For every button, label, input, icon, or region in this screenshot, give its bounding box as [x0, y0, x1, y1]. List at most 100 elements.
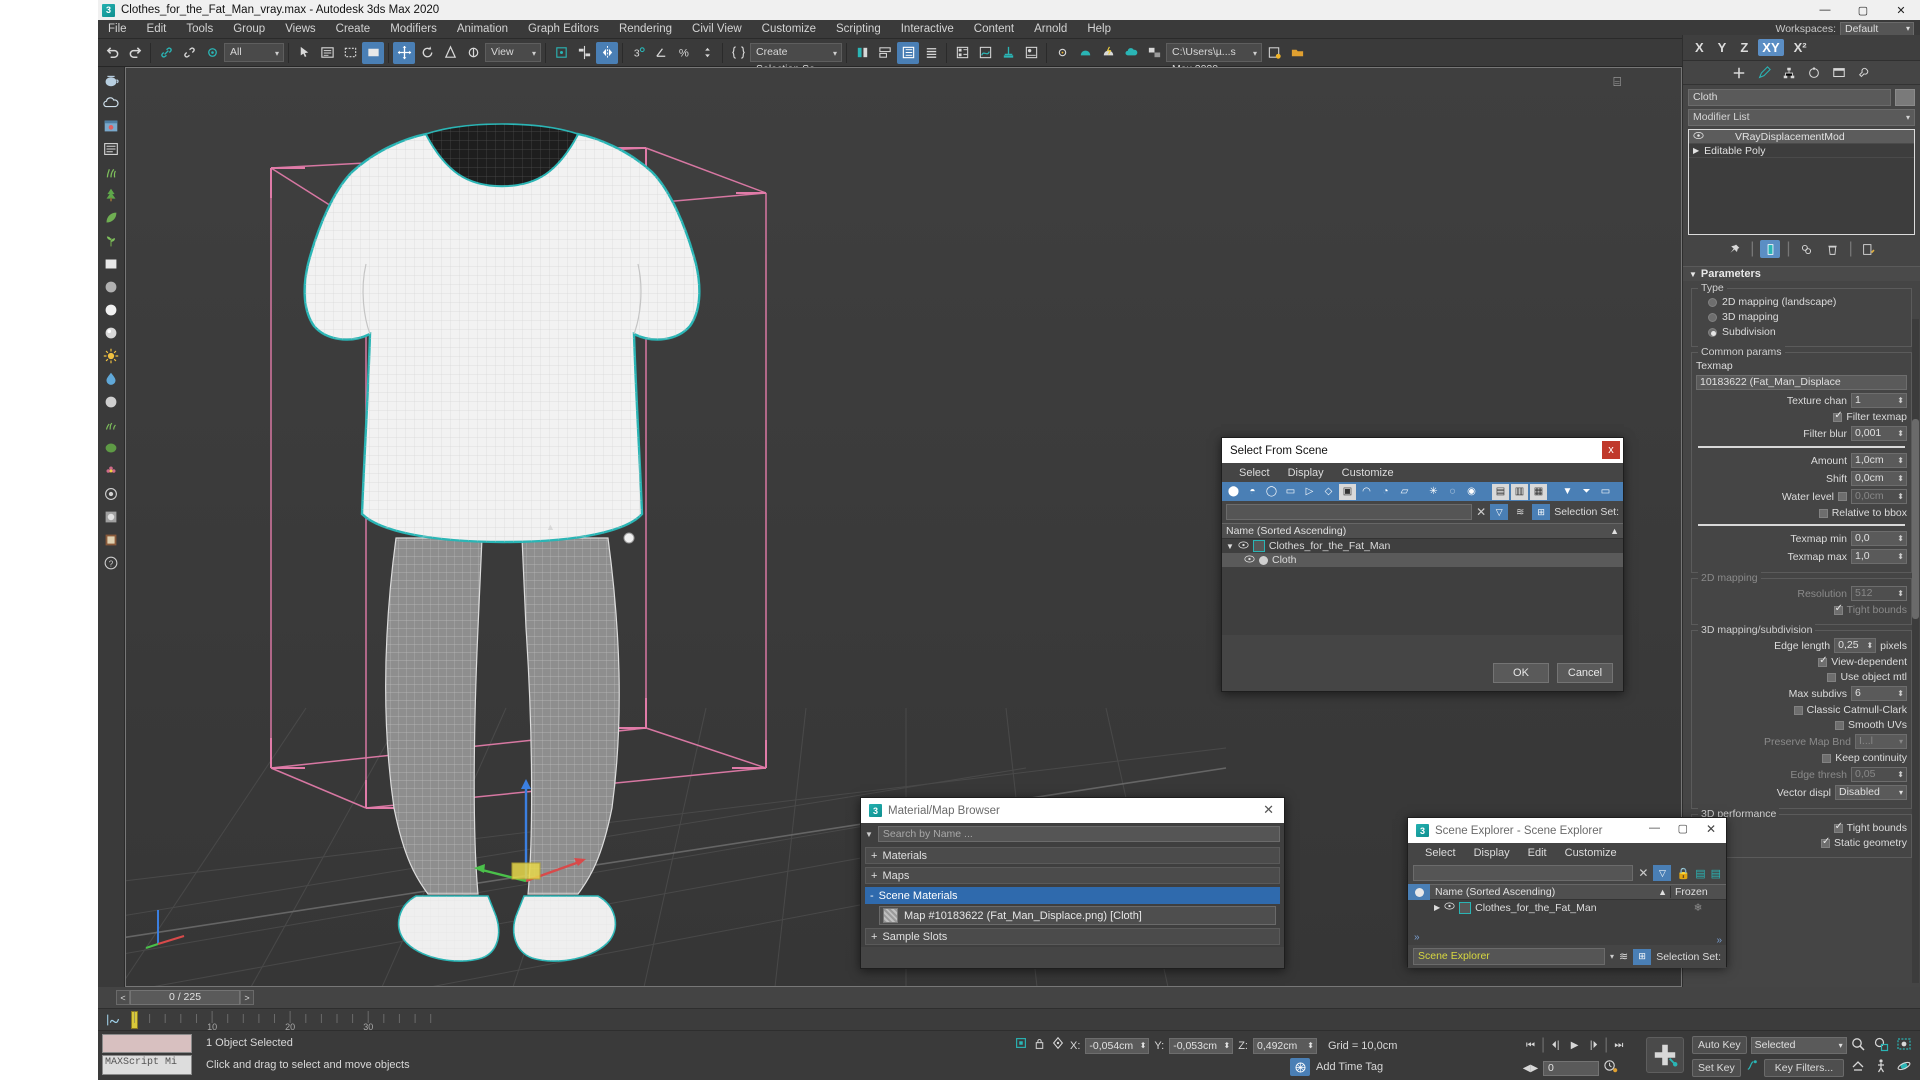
- sfs-columns-icon[interactable]: ▤: [1492, 483, 1509, 500]
- material-preview-icon[interactable]: [100, 506, 122, 528]
- se-select-all-toggle-icon[interactable]: [1408, 884, 1430, 900]
- filter-space-warps-icon[interactable]: ▣: [1339, 483, 1356, 500]
- sfs-menu-select[interactable]: Select: [1230, 467, 1279, 479]
- unlink-selection-icon[interactable]: [178, 42, 200, 64]
- coord-y-input[interactable]: -0,053cm: [1169, 1037, 1234, 1054]
- add-time-tag-area[interactable]: Add Time Tag: [1290, 1058, 1383, 1076]
- object-name-input[interactable]: Cloth: [1688, 89, 1891, 106]
- modify-tab-icon[interactable]: [1753, 64, 1775, 82]
- align-tool-icon[interactable]: [874, 42, 896, 64]
- teapot-icon[interactable]: [100, 69, 122, 91]
- water-icon[interactable]: [100, 368, 122, 390]
- key-mode-dropdown[interactable]: Selected: [1750, 1036, 1847, 1054]
- tight-bounds-3d-checkbox[interactable]: [1833, 821, 1843, 833]
- view-dependent-checkbox[interactable]: [1818, 655, 1828, 667]
- menu-animation[interactable]: Animation: [447, 20, 518, 39]
- close-button[interactable]: ✕: [1882, 0, 1920, 20]
- render-in-cloud-icon[interactable]: [1120, 42, 1142, 64]
- keep-continuity-row[interactable]: Keep continuity: [1696, 752, 1907, 764]
- render-setup-icon[interactable]: [1051, 42, 1073, 64]
- mmb-titlebar[interactable]: 3 Material/Map Browser ✕: [861, 798, 1284, 823]
- se-tree[interactable]: ▶ Clothes_for_the_Fat_Man ❄ »: [1408, 900, 1726, 945]
- se-close-button[interactable]: ✕: [1706, 822, 1716, 836]
- menu-tools[interactable]: Tools: [176, 20, 223, 39]
- flower-icon[interactable]: [100, 460, 122, 482]
- selection-filter-combo[interactable]: All: [224, 43, 284, 62]
- se-group-icon[interactable]: [1459, 901, 1472, 914]
- edge-length-spinner[interactable]: 0,25: [1834, 638, 1877, 653]
- water-level-checkbox[interactable]: [1838, 492, 1847, 501]
- sfs-clear-search-icon[interactable]: ✕: [1476, 505, 1486, 519]
- select-and-rotate-icon[interactable]: [416, 42, 438, 64]
- sfs-snowflake-icon[interactable]: ✳: [1425, 484, 1442, 500]
- track-bar[interactable]: 1020304050607080901001101201301401501601…: [98, 1008, 1920, 1031]
- configure-modifier-sets-icon[interactable]: [1859, 240, 1879, 258]
- eye-icon[interactable]: [1693, 131, 1704, 143]
- filter-helpers-icon[interactable]: ◇: [1320, 484, 1337, 500]
- menu-group[interactable]: Group: [223, 20, 275, 39]
- plant-icon[interactable]: [100, 230, 122, 252]
- named-selection-sets-icon[interactable]: [727, 42, 749, 64]
- sfs-tree-row-0[interactable]: ▼ Clothes_for_the_Fat_Man: [1222, 539, 1623, 553]
- cloud-icon[interactable]: [100, 92, 122, 114]
- keep-continuity-checkbox[interactable]: [1822, 753, 1832, 763]
- selection-set-combo[interactable]: Create Selection Se: [750, 43, 842, 75]
- sfs-tree[interactable]: ▼ Clothes_for_the_Fat_Man Cloth: [1222, 539, 1623, 635]
- minimize-button[interactable]: —: [1806, 0, 1844, 20]
- hierarchy-tab-icon[interactable]: [1778, 64, 1800, 82]
- sphere-ball-icon[interactable]: [100, 391, 122, 413]
- box-white-icon[interactable]: [100, 253, 122, 275]
- object-color-swatch[interactable]: [1895, 89, 1915, 106]
- water-level-spinner[interactable]: 0,0cm: [1851, 489, 1907, 504]
- maxscript-mini-label[interactable]: MAXScript Mi: [102, 1055, 192, 1075]
- filter-blur-spinner[interactable]: 0,001: [1851, 426, 1907, 441]
- select-and-place-icon[interactable]: [462, 42, 484, 64]
- se-titlebar[interactable]: 3 Scene Explorer - Scene Explorer — ▢ ✕: [1408, 818, 1726, 843]
- mirror-tool-icon[interactable]: [851, 42, 873, 64]
- grass-patch-icon[interactable]: [100, 414, 122, 436]
- shrub-icon[interactable]: [100, 437, 122, 459]
- modifier-stack[interactable]: VRayDisplacementMod ▶ Editable Poly: [1688, 129, 1915, 235]
- menu-views[interactable]: Views: [275, 20, 325, 39]
- filter-texmap-row[interactable]: Filter texmap: [1696, 410, 1907, 423]
- mmb-group-scene-materials[interactable]: - Scene Materials: [865, 887, 1280, 904]
- radio-2d-mapping-icon[interactable]: [1708, 297, 1717, 307]
- axis-xy-button[interactable]: XY: [1758, 39, 1784, 56]
- shift-spinner[interactable]: 0,0cm: [1851, 471, 1907, 486]
- maxscript-listener-mini[interactable]: [102, 1034, 192, 1053]
- static-geometry-checkbox[interactable]: [1821, 836, 1830, 848]
- mirror-icon[interactable]: [596, 41, 618, 64]
- transform-gizmo[interactable]: [466, 771, 586, 891]
- eye-icon-1[interactable]: [1244, 554, 1255, 566]
- filter-bones-icon[interactable]: ▱: [1396, 484, 1413, 500]
- sfs-ok-button[interactable]: OK: [1493, 663, 1549, 683]
- layer-manager-icon[interactable]: [100, 138, 122, 160]
- se-menu-customize[interactable]: Customize: [1556, 847, 1626, 859]
- filter-xrefs-icon[interactable]: ◔: [1377, 484, 1394, 500]
- se-minimize-button[interactable]: —: [1649, 822, 1660, 834]
- se-eye-icon[interactable]: [1444, 902, 1455, 913]
- expand-arrow-closed-icon[interactable]: ▶: [1434, 903, 1440, 912]
- make-unique-icon[interactable]: [1797, 240, 1817, 258]
- command-panel-scrollbar[interactable]: [1912, 319, 1919, 983]
- use-pivot-point-center-icon[interactable]: [550, 42, 572, 64]
- se-filter-icon[interactable]: ▽: [1653, 865, 1672, 881]
- lock-icon[interactable]: [1033, 1037, 1046, 1055]
- material-editor-icon[interactable]: [1020, 42, 1042, 64]
- selection-lock-toggle-icon[interactable]: [1014, 1036, 1028, 1055]
- save-project-icon[interactable]: [1263, 42, 1285, 64]
- se-explorer-dropdown-icon[interactable]: ▾: [1610, 952, 1614, 961]
- mmb-scene-material-item[interactable]: Map #10183622 (Fat_Man_Displace.png) [Cl…: [879, 906, 1276, 925]
- set-key-button[interactable]: [1646, 1037, 1684, 1073]
- menu-customize[interactable]: Customize: [752, 20, 826, 39]
- sfs-filter-icon[interactable]: ▼: [1559, 484, 1576, 500]
- radio-3d-mapping-icon[interactable]: [1708, 312, 1717, 322]
- axis-x-button[interactable]: X: [1691, 39, 1708, 56]
- mmb-group-materials[interactable]: + Materials: [865, 847, 1280, 864]
- select-from-scene-close-button[interactable]: x: [1602, 441, 1620, 459]
- menu-create[interactable]: Create: [326, 20, 381, 39]
- se-maximize-button[interactable]: ▢: [1678, 822, 1688, 835]
- pan-icon[interactable]: [1850, 1058, 1866, 1079]
- set-key-toggle-button[interactable]: Set Key: [1692, 1059, 1741, 1077]
- motion-tab-icon[interactable]: [1803, 64, 1825, 82]
